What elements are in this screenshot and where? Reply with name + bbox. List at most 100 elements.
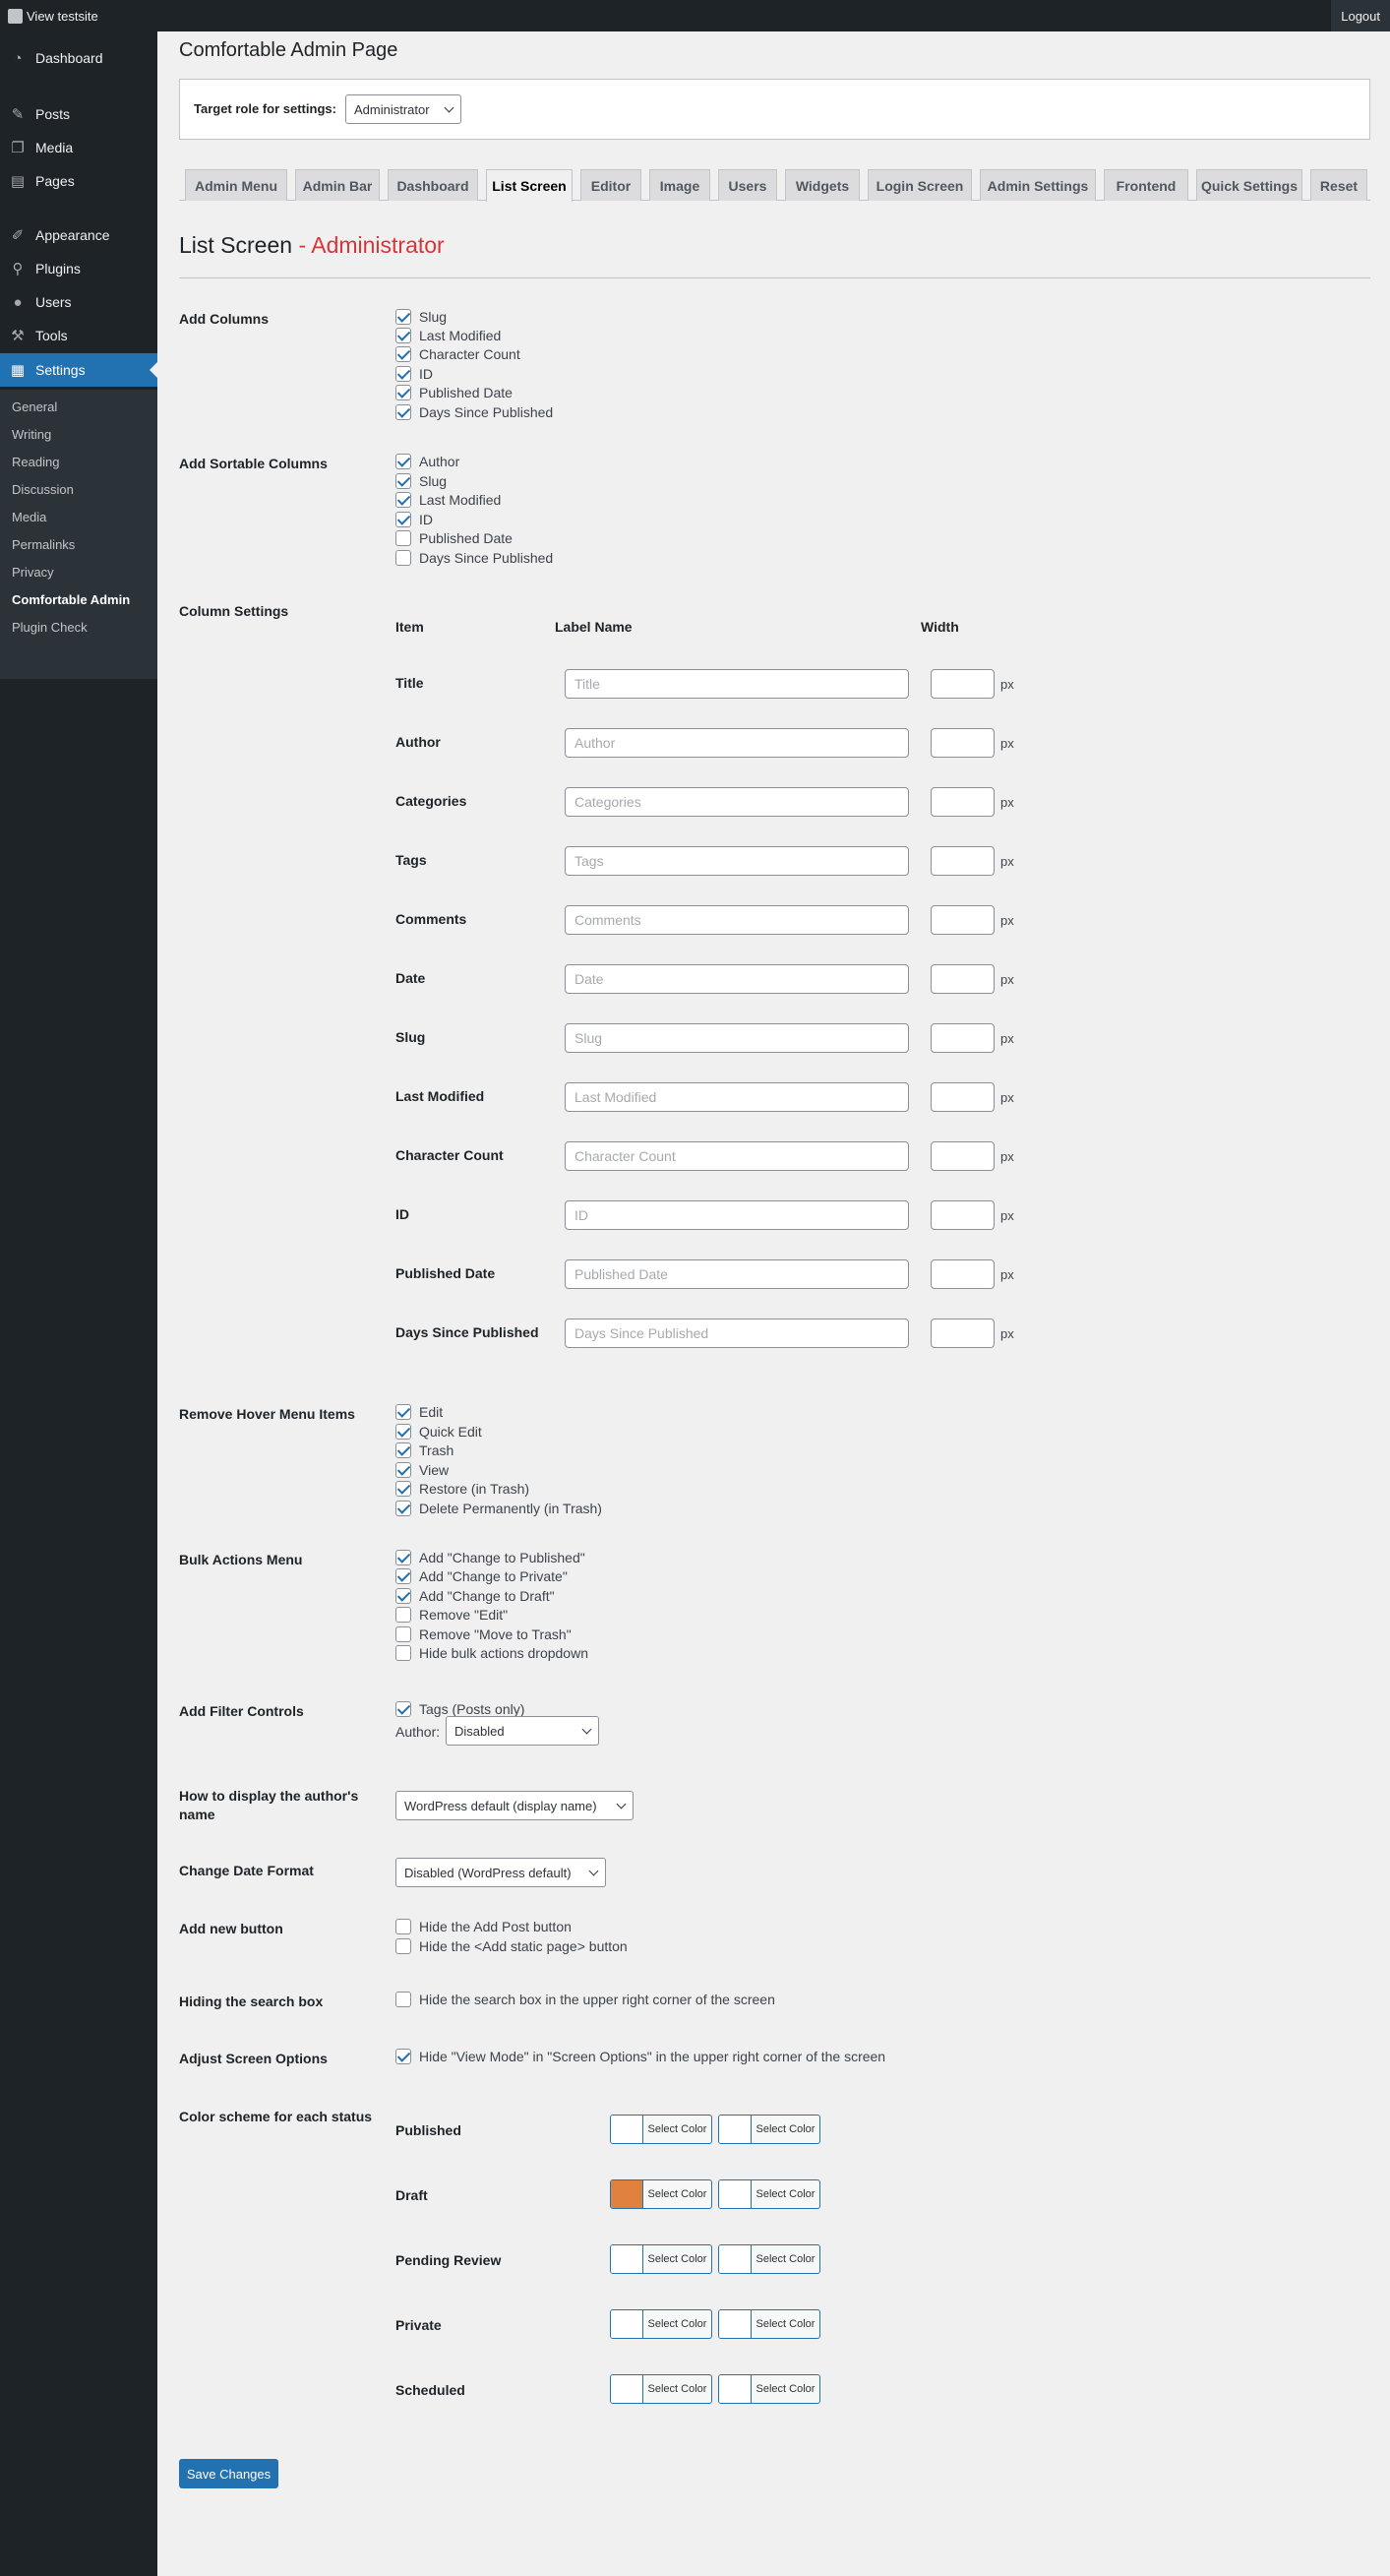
select-color-button[interactable]: Select Color <box>718 2179 820 2209</box>
bulk-actions-option[interactable]: Add "Change to Private" <box>395 1566 568 1585</box>
save-changes-button[interactable]: Save Changes <box>179 2459 278 2488</box>
checkbox[interactable] <box>395 472 411 489</box>
sortable-columns-option[interactable]: Days Since Published <box>395 548 553 567</box>
label-name-input[interactable] <box>565 846 909 876</box>
checkbox[interactable] <box>395 1423 411 1440</box>
label-name-input[interactable] <box>565 905 909 935</box>
label-name-input[interactable] <box>565 1082 909 1112</box>
submenu-comfortable-admin[interactable]: Comfortable Admin <box>12 592 130 607</box>
checkbox[interactable] <box>395 1549 411 1565</box>
select-color-button[interactable]: Select Color <box>610 2374 712 2404</box>
add-columns-option[interactable]: Published Date <box>395 383 513 401</box>
tab-admin-menu[interactable]: Admin Menu <box>185 169 287 201</box>
width-input[interactable] <box>931 964 995 994</box>
bulk-actions-option[interactable]: Hide bulk actions dropdown <box>395 1643 588 1662</box>
submenu-general[interactable]: General <box>12 399 57 414</box>
tab-image[interactable]: Image <box>649 169 710 201</box>
submenu-privacy[interactable]: Privacy <box>12 565 54 580</box>
checkbox[interactable] <box>395 529 411 546</box>
checkbox[interactable] <box>395 1567 411 1584</box>
sidebar-item-tools[interactable]: ⚒ Tools <box>0 319 157 352</box>
sortable-columns-option[interactable]: Slug <box>395 471 447 490</box>
select-color-button[interactable]: Select Color <box>610 2179 712 2209</box>
tab-editor[interactable]: Editor <box>580 169 641 201</box>
checkbox[interactable] <box>395 1644 411 1661</box>
checkbox[interactable] <box>395 1606 411 1623</box>
sidebar-item-users[interactable]: ● Users <box>0 285 157 319</box>
submenu-writing[interactable]: Writing <box>12 427 51 442</box>
logout-link[interactable]: Logout <box>1331 0 1390 31</box>
search-box-option[interactable]: Hide the search box in the upper right c… <box>395 1990 775 2008</box>
submenu-discussion[interactable]: Discussion <box>12 482 74 497</box>
hover-menu-option[interactable]: Quick Edit <box>395 1422 482 1441</box>
tab-login-screen[interactable]: Login Screen <box>868 169 972 201</box>
width-input[interactable] <box>931 1319 995 1348</box>
checkbox[interactable] <box>395 1403 411 1420</box>
checkbox[interactable] <box>395 1937 411 1954</box>
select-color-button[interactable]: Select Color <box>718 2309 820 2339</box>
checkbox[interactable] <box>395 511 411 527</box>
tab-quick-settings[interactable]: Quick Settings <box>1196 169 1302 201</box>
checkbox[interactable] <box>395 308 411 325</box>
author-filter-select[interactable]: Disabled <box>446 1716 599 1746</box>
tab-users[interactable]: Users <box>718 169 777 201</box>
tab-reset[interactable]: Reset <box>1310 169 1367 201</box>
label-name-input[interactable] <box>565 964 909 994</box>
sidebar-item-pages[interactable]: ▤ Pages <box>0 164 157 198</box>
sidebar-item-appearance[interactable]: ✐ Appearance <box>0 218 157 252</box>
checkbox[interactable] <box>395 2048 411 2064</box>
tab-admin-settings[interactable]: Admin Settings <box>980 169 1096 201</box>
checkbox[interactable] <box>395 365 411 382</box>
checkbox[interactable] <box>395 1500 411 1516</box>
width-input[interactable] <box>931 846 995 876</box>
screen-options-option[interactable]: Hide "View Mode" in "Screen Options" in … <box>395 2047 885 2065</box>
label-name-input[interactable] <box>565 1023 909 1053</box>
label-name-input[interactable] <box>565 1259 909 1289</box>
checkbox[interactable] <box>395 345 411 362</box>
submenu-media[interactable]: Media <box>12 510 46 524</box>
hover-menu-option[interactable]: View <box>395 1460 449 1479</box>
checkbox[interactable] <box>395 327 411 343</box>
width-input[interactable] <box>931 1023 995 1053</box>
checkbox[interactable] <box>395 453 411 469</box>
label-name-input[interactable] <box>565 1141 909 1171</box>
checkbox[interactable] <box>395 1480 411 1497</box>
add-new-option[interactable]: Hide the <Add static page> button <box>395 1936 628 1955</box>
add-columns-option[interactable]: Character Count <box>395 344 520 363</box>
select-color-button[interactable]: Select Color <box>718 2115 820 2144</box>
tab-dashboard[interactable]: Dashboard <box>388 169 478 201</box>
checkbox[interactable] <box>395 491 411 508</box>
sidebar-item-dashboard[interactable]: ◔ Dashboard <box>0 41 157 75</box>
sortable-columns-option[interactable]: Last Modified <box>395 490 501 509</box>
sortable-columns-option[interactable]: Published Date <box>395 528 513 547</box>
label-name-input[interactable] <box>565 787 909 817</box>
select-color-button[interactable]: Select Color <box>718 2244 820 2274</box>
label-name-input[interactable] <box>565 1319 909 1348</box>
select-color-button[interactable]: Select Color <box>610 2309 712 2339</box>
select-color-button[interactable]: Select Color <box>610 2244 712 2274</box>
checkbox[interactable] <box>395 1441 411 1458</box>
tab-admin-bar[interactable]: Admin Bar <box>295 169 380 201</box>
sidebar-item-settings[interactable]: ▦ Settings <box>0 353 157 387</box>
date-format-select[interactable]: Disabled (WordPress default) <box>395 1858 606 1887</box>
width-input[interactable] <box>931 1200 995 1230</box>
sidebar-item-media[interactable]: ❐ Media <box>0 131 157 164</box>
label-name-input[interactable] <box>565 1200 909 1230</box>
checkbox[interactable] <box>395 1918 411 1934</box>
hover-menu-option[interactable]: Edit <box>395 1402 443 1421</box>
width-input[interactable] <box>931 728 995 758</box>
add-columns-option[interactable]: Last Modified <box>395 326 501 344</box>
view-site-link[interactable]: View testsite <box>8 0 98 31</box>
hover-menu-option[interactable]: Restore (in Trash) <box>395 1479 529 1498</box>
tab-list-screen[interactable]: List Screen <box>486 169 573 202</box>
width-input[interactable] <box>931 1082 995 1112</box>
tab-frontend[interactable]: Frontend <box>1104 169 1188 201</box>
label-name-input[interactable] <box>565 728 909 758</box>
add-columns-option[interactable]: Slug <box>395 307 447 326</box>
hover-menu-option[interactable]: Delete Permanently (in Trash) <box>395 1499 602 1517</box>
width-input[interactable] <box>931 669 995 699</box>
sortable-columns-option[interactable]: Author <box>395 452 459 470</box>
width-input[interactable] <box>931 1141 995 1171</box>
hover-menu-option[interactable]: Trash <box>395 1441 453 1459</box>
submenu-reading[interactable]: Reading <box>12 455 59 469</box>
